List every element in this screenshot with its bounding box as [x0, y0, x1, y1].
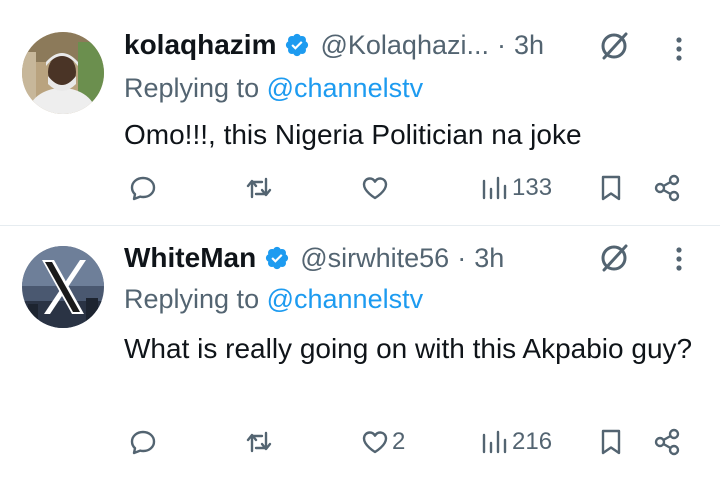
- display-name[interactable]: WhiteMan: [124, 242, 256, 274]
- like-count: 2: [392, 428, 406, 455]
- share-icon: [654, 174, 680, 202]
- retweet-icon: [246, 177, 272, 199]
- separator: ·: [457, 242, 467, 273]
- action-bar: 2 216: [0, 422, 720, 462]
- more-icon[interactable]: [664, 34, 694, 64]
- grok-icon[interactable]: [598, 242, 630, 274]
- handle[interactable]: @sirwhite56: [300, 243, 449, 274]
- like-button[interactable]: [360, 168, 392, 208]
- share-button[interactable]: [652, 422, 682, 462]
- like-icon: [362, 431, 388, 454]
- view-count: 216: [512, 428, 553, 455]
- tweet-reply-1[interactable]: kolaqhazim @Kolaqhazi... · 3h Replying t…: [0, 0, 720, 225]
- like-button[interactable]: 2: [360, 422, 405, 462]
- tweet-reply-2[interactable]: WhiteMan @sirwhite56 · 3h Replying to @c…: [0, 226, 720, 480]
- tweet-header: kolaqhazim @Kolaqhazi... · 3h: [124, 28, 544, 62]
- display-name[interactable]: kolaqhazim: [124, 29, 276, 61]
- timestamp[interactable]: 3h: [474, 243, 504, 274]
- replying-to: Replying to @channelstv: [124, 73, 423, 104]
- verified-badge-icon: [266, 246, 289, 270]
- like-icon: [362, 177, 388, 200]
- handle[interactable]: @Kolaqhazi...: [320, 30, 489, 61]
- replying-to-label: Replying to: [124, 73, 267, 103]
- views-icon: [482, 430, 507, 454]
- tweet-header: WhiteMan @sirwhite56 · 3h: [124, 241, 504, 275]
- mention-link[interactable]: @channelstv: [267, 73, 424, 103]
- tweet-text: Omo!!!, this Nigeria Politician na joke: [124, 119, 582, 150]
- avatar[interactable]: [22, 246, 104, 328]
- replying-to-label: Replying to: [124, 284, 267, 314]
- bookmark-icon: [601, 175, 621, 201]
- grok-icon[interactable]: [598, 30, 630, 62]
- retweet-button[interactable]: [244, 422, 276, 462]
- views-button[interactable]: 133: [480, 168, 552, 208]
- reply-icon: [130, 176, 156, 201]
- retweet-icon: [246, 431, 272, 453]
- verified-badge-icon: [286, 33, 309, 57]
- bookmark-button[interactable]: [596, 422, 626, 462]
- retweet-button[interactable]: [244, 168, 276, 208]
- timestamp[interactable]: 3h: [514, 30, 544, 61]
- views-icon: [482, 176, 507, 200]
- separator: ·: [496, 29, 506, 60]
- avatar[interactable]: [22, 32, 104, 114]
- reply-button[interactable]: [128, 168, 160, 208]
- action-bar: 133: [0, 168, 720, 208]
- share-icon: [654, 428, 680, 456]
- tweet-text: What is really going on with this Akpabi…: [124, 333, 693, 364]
- more-icon[interactable]: [664, 244, 694, 274]
- bookmark-icon: [601, 429, 621, 455]
- mention-link[interactable]: @channelstv: [267, 284, 424, 314]
- share-button[interactable]: [652, 168, 682, 208]
- reply-button[interactable]: [128, 422, 160, 462]
- views-button[interactable]: 216: [480, 422, 552, 462]
- view-count: 133: [512, 174, 553, 201]
- reply-icon: [130, 430, 156, 455]
- bookmark-button[interactable]: [596, 168, 626, 208]
- replying-to: Replying to @channelstv: [124, 284, 423, 315]
